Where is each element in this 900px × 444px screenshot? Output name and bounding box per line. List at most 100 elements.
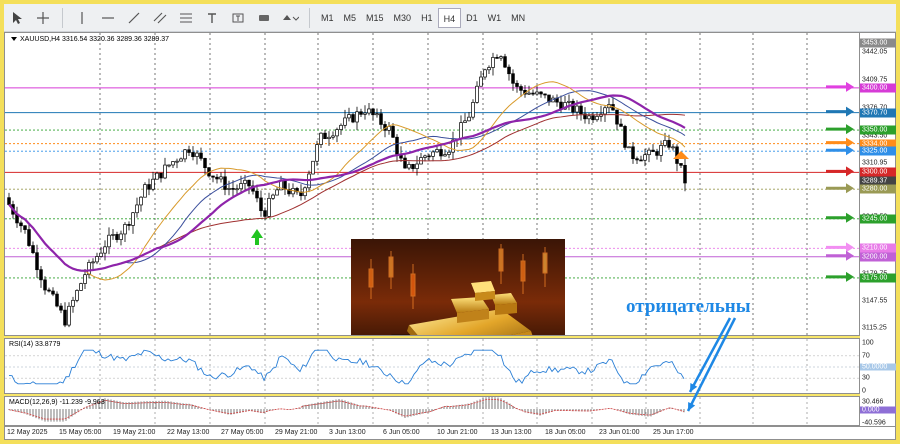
text-tool-icon[interactable] [201,7,223,29]
candle-body [147,184,151,190]
timeframe-w1[interactable]: W1 [483,8,507,28]
candle-body [199,152,203,159]
candle-body [243,179,247,184]
candle-body [323,132,327,140]
candle-body [171,161,175,166]
price-chart[interactable]: XAUUSD,H4 3316.54 3320.36 3289.36 3289.3… [4,32,860,336]
candle-body [219,176,223,180]
candle-body [431,151,435,157]
candle-body [255,190,259,199]
toolbar: M1 M5 M15 M30 H1 H4 D1 W1 MN [4,4,896,32]
time-label: 15 May 05:00 [59,429,102,436]
crosshair-icon[interactable] [32,7,54,29]
candle-body [211,175,215,178]
candle-body [311,160,315,175]
channel-icon[interactable] [149,7,171,29]
time-label: 29 May 21:00 [275,429,318,436]
candle-body [571,100,575,113]
candle-body [79,283,83,291]
candle-body [539,91,543,95]
candle-body [99,252,103,257]
candle-body [619,123,623,127]
candle-body [263,210,267,217]
time-label: 6 Jun 05:00 [383,429,420,436]
candle-body [7,197,11,205]
rsi-title: RSI(14) 33.8779 [9,341,61,348]
candle-body [659,145,663,156]
fibonacci-icon[interactable] [175,7,197,29]
candle-body [335,129,339,137]
timeframe-h4[interactable]: H4 [437,7,462,28]
candle-body [651,149,655,152]
candle-body [519,86,523,91]
time-label: 10 Jun 21:00 [437,429,478,436]
candle-body [379,113,383,125]
timeframe-mn[interactable]: MN [506,8,530,28]
time-label: 18 Jun 05:00 [545,429,586,436]
candle-body [435,149,439,153]
candle-body [439,149,443,157]
candle-body [95,256,99,263]
shape-tool-icon[interactable] [253,7,275,29]
candle-body [155,172,159,180]
candle-body [247,179,251,187]
candle-body [471,102,475,118]
candle-body [127,224,131,226]
macd-signal-line [8,398,685,420]
toolbar-separator [309,7,310,28]
macd-pane[interactable]: MACD(12,26,9) -11.239 -9.963 [4,396,860,426]
candle-body [363,112,367,115]
candle-body [71,299,75,307]
candle-body [447,151,451,155]
candle-body [587,115,591,120]
rsi-tick: 0 [862,387,866,395]
candle-body [35,252,39,271]
candle-body [331,135,335,138]
candle-body [91,261,95,264]
arrows-dropdown-icon[interactable] [279,7,301,29]
candle-body [371,108,375,116]
timeframe-m30[interactable]: M30 [389,8,417,28]
candle-body [315,144,319,162]
time-label: 19 May 21:00 [113,429,156,436]
horizontal-line-icon[interactable] [97,7,119,29]
candle-body [31,245,35,254]
label-tool-icon[interactable] [227,7,249,29]
rsi-pane[interactable]: RSI(14) 33.8779 [4,338,860,394]
candle-body [359,111,363,115]
trendline-icon[interactable] [123,7,145,29]
candle-body [663,140,667,146]
candle-body [131,212,135,226]
timeframe-m15[interactable]: M15 [361,8,389,28]
candle-body [595,116,599,121]
price-tick: 3409.75 [862,76,888,84]
candle-body [83,274,87,284]
candle-body [487,67,491,71]
vertical-line-icon[interactable] [71,7,93,29]
timeframe-d1[interactable]: D1 [461,8,483,28]
timeframe-m5[interactable]: M5 [339,8,362,28]
price-level-tag: 3325.00 [860,146,896,156]
candle-body [107,234,111,248]
candle-body [575,105,579,113]
candle-body [151,178,155,190]
candle-body [515,82,519,87]
time-axis[interactable]: 12 May 2025 15 May 05:00 19 May 21:00 22 Ma… [4,426,896,440]
candle-body [67,305,71,326]
candle-body [499,56,503,59]
candle-body [111,234,115,236]
price-level-tag: 3400.00 [860,83,896,93]
price-level-tag: 3280.00 [860,184,896,194]
rsi-tick: 70 [862,352,870,360]
rsi-plot [5,339,859,393]
candle-body [531,92,535,95]
timeframe-m1[interactable]: M1 [316,8,339,28]
symbol-info: XAUUSD,H4 3316.54 3320.36 3289.36 3289.3… [11,36,169,43]
cursor-icon[interactable] [6,7,28,29]
candle-body [411,164,415,169]
timeframe-h1[interactable]: H1 [416,8,438,28]
candle-body [55,293,59,307]
candle-body [367,108,371,114]
candle-body [627,146,631,149]
price-axis[interactable]: 3453.003442.053409.753376.703343.503310.… [860,32,896,427]
